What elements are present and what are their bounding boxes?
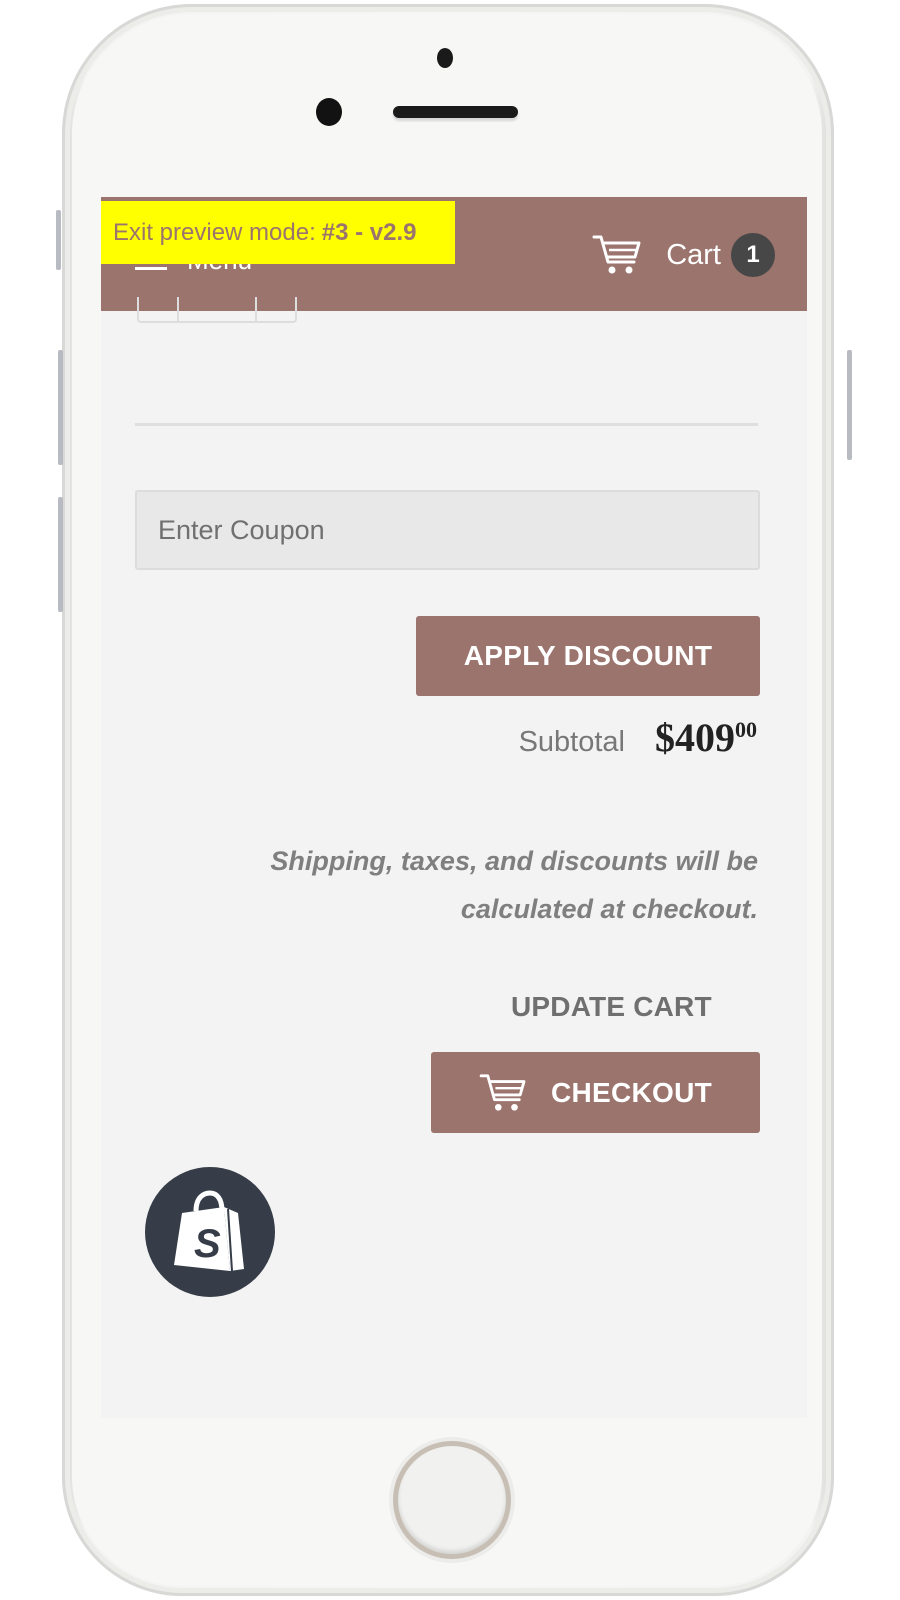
proximity-sensor	[316, 98, 342, 126]
shopify-badge[interactable]: S	[145, 1167, 275, 1297]
volume-down-button	[58, 497, 63, 612]
quantity-increase-button[interactable]	[257, 297, 295, 321]
screen: Menu Cart 1 Exit preview mode: #3 - v2.9…	[101, 197, 807, 1418]
quantity-decrease-button[interactable]	[139, 297, 179, 321]
checkout-label: CHECKOUT	[550, 1076, 713, 1108]
section-divider	[135, 423, 758, 426]
shopping-cart-icon	[592, 235, 641, 274]
mute-switch	[56, 210, 61, 270]
earpiece-speaker	[393, 106, 518, 118]
power-button	[847, 350, 852, 460]
shopify-bag-icon: S	[174, 1190, 244, 1272]
svg-text:S: S	[194, 1222, 221, 1266]
shopping-cart-icon	[479, 1073, 526, 1111]
subtotal-label: Subtotal	[518, 726, 625, 758]
quantity-input[interactable]	[179, 297, 258, 321]
apply-discount-button[interactable]: APPLY DISCOUNT	[416, 616, 760, 696]
subtotal-row: Subtotal $409 00	[519, 714, 757, 761]
volume-up-button	[58, 350, 63, 465]
preview-theme-name: #3 - v2.9	[321, 218, 417, 246]
front-camera	[437, 48, 453, 68]
subtotal-amount: $409	[655, 715, 735, 760]
cart-count-badge: 1	[731, 233, 775, 277]
quantity-stepper[interactable]	[137, 297, 297, 323]
home-button[interactable]	[393, 1441, 511, 1559]
header-cart-link[interactable]: Cart 1	[592, 231, 775, 279]
cart-label: Cart	[666, 238, 721, 271]
update-cart-button[interactable]: UPDATE CART	[511, 985, 721, 1029]
coupon-input[interactable]	[135, 490, 760, 570]
checkout-button[interactable]: CHECKOUT	[431, 1052, 760, 1133]
preview-prefix: Exit preview mode:	[113, 218, 316, 246]
exit-preview-bar[interactable]: Exit preview mode: #3 - v2.9	[101, 201, 455, 264]
shipping-note: Shipping, taxes, and discounts will be c…	[270, 846, 758, 924]
subtotal-cents: 00	[735, 717, 757, 742]
